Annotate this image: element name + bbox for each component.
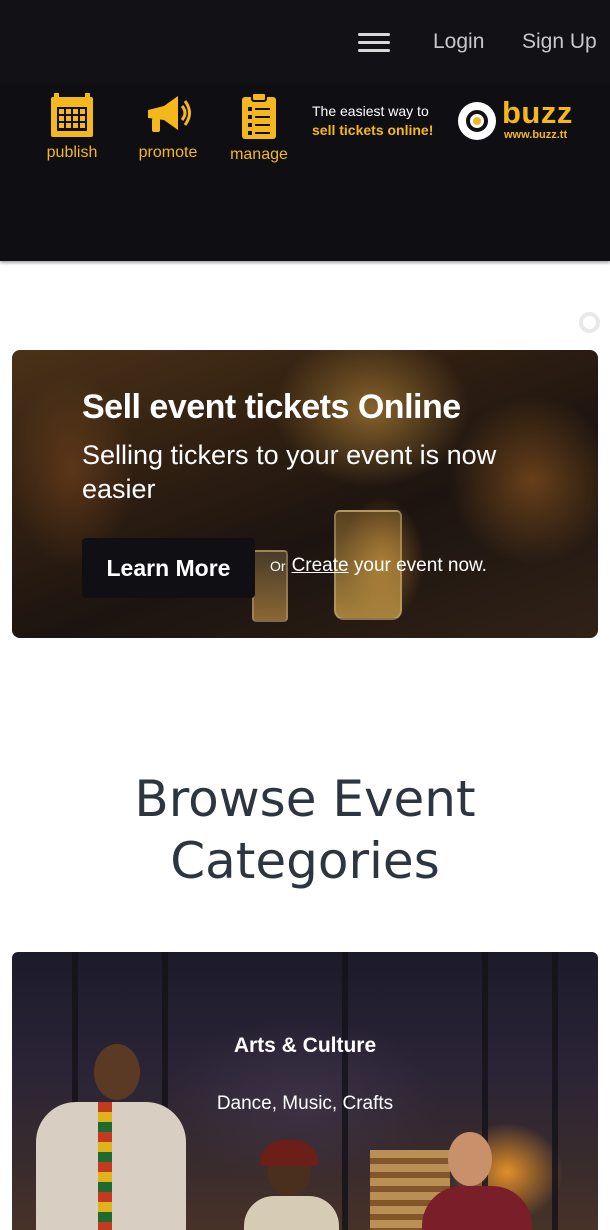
browse-categories-heading: Browse Event Categories xyxy=(0,768,610,892)
hamburger-menu-icon[interactable] xyxy=(356,30,392,56)
carousel-indicator-icon[interactable] xyxy=(579,312,600,333)
category-bg-person xyxy=(422,1186,532,1230)
calendar-icon xyxy=(51,93,93,137)
top-navbar: Login Sign Up xyxy=(0,0,610,84)
buzz-url: www.buzz.tt xyxy=(504,129,568,141)
login-link[interactable]: Login xyxy=(433,30,484,54)
promo-publish: publish xyxy=(32,92,112,162)
promo-promote: promote xyxy=(128,92,208,162)
category-card-arts-culture[interactable]: Arts & Culture Dance, Music, Crafts xyxy=(12,952,598,1230)
buzz-logo: buzz www.buzz.tt xyxy=(458,95,588,144)
create-event-link[interactable]: Create xyxy=(292,555,349,576)
tagline-line-2: sell tickets online! xyxy=(312,122,434,138)
promo-tagline: The easiest way to sell tickets online! xyxy=(312,102,433,140)
hero-create-cta: Or Create your event now. xyxy=(270,555,487,577)
hero-banner: Sell event tickets Online Selling ticker… xyxy=(12,350,598,638)
buzz-wordmark: buzz xyxy=(502,95,573,130)
promo-promote-label: promote xyxy=(138,144,198,161)
promo-publish-label: publish xyxy=(46,144,98,161)
promo-banner[interactable]: publish promote manage The easiest way t… xyxy=(0,84,610,333)
buzz-logo-icon xyxy=(458,102,496,140)
browse-title-line-1: Browse Event xyxy=(134,770,476,828)
browse-title-line-2: Categories xyxy=(170,832,440,890)
hero-or-text: Or xyxy=(270,558,286,574)
megaphone-icon xyxy=(148,96,191,132)
category-title: Arts & Culture xyxy=(233,1034,377,1057)
category-subtitle: Dance, Music, Crafts xyxy=(216,1093,394,1114)
promo-manage: manage xyxy=(219,92,299,164)
promo-manage-label: manage xyxy=(230,146,288,163)
learn-more-button[interactable]: Learn More xyxy=(82,538,255,598)
tagline-line-1: The easiest way to xyxy=(312,103,429,119)
category-bg-person xyxy=(244,1196,339,1230)
hero-create-suffix: your event now. xyxy=(353,555,487,576)
clipboard-icon xyxy=(242,92,276,139)
hero-subtitle: Selling tickers to your event is now eas… xyxy=(82,440,497,504)
signup-link[interactable]: Sign Up xyxy=(522,30,597,54)
hero-title: Sell event tickets Online xyxy=(82,388,461,426)
